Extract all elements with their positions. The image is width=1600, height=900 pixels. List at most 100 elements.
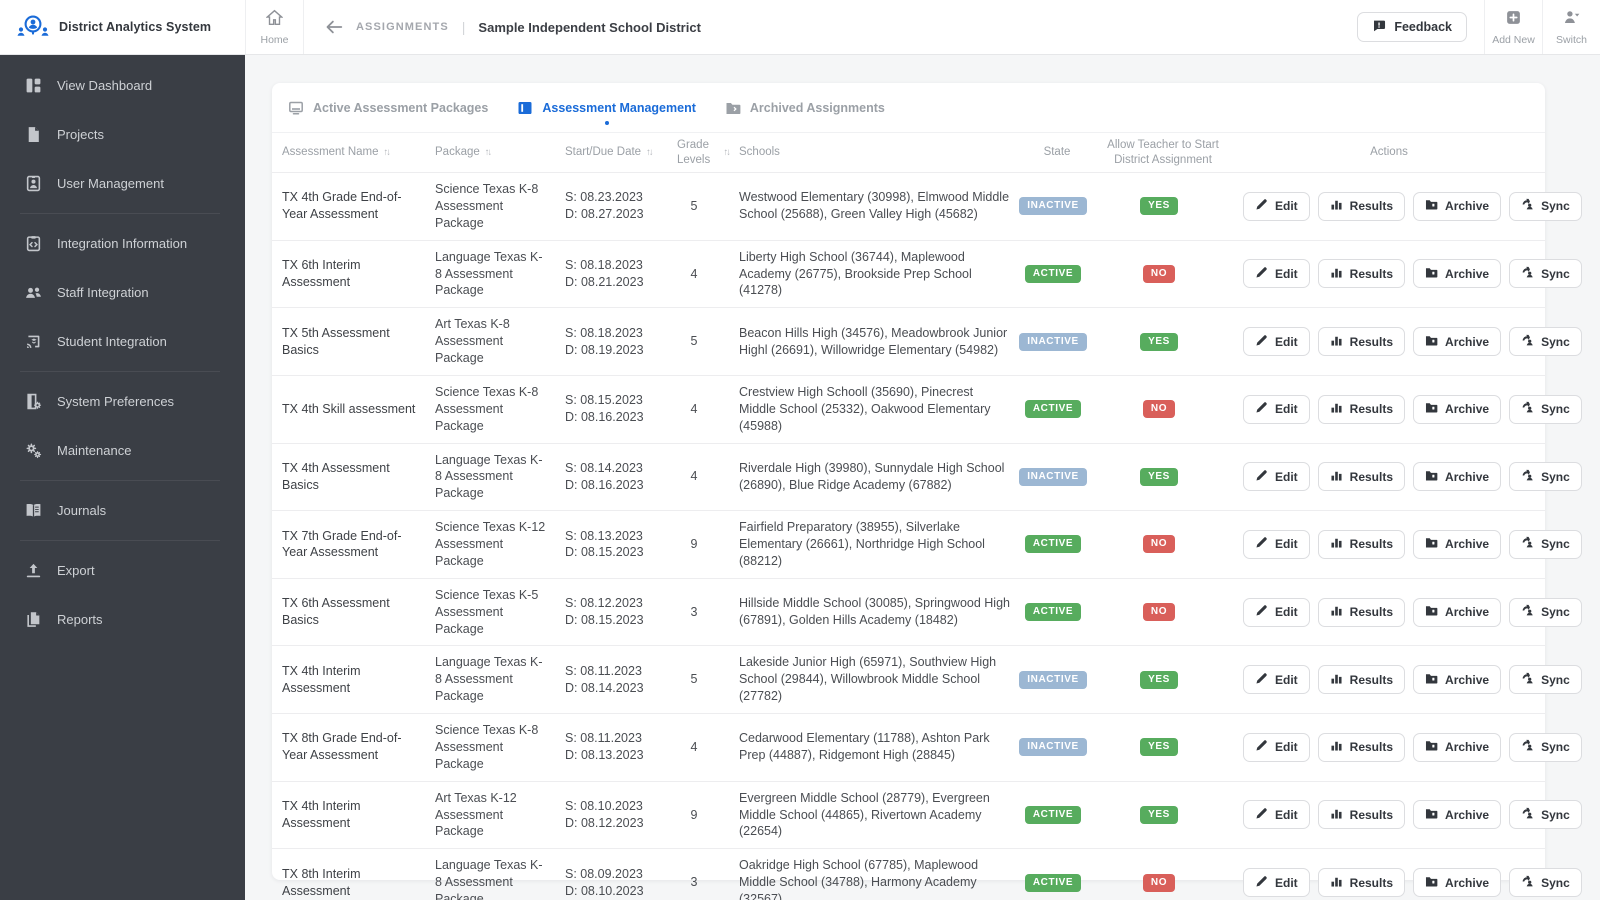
archive-button[interactable]: Archive — [1413, 327, 1502, 357]
archive-button[interactable]: Archive — [1413, 665, 1502, 695]
archive-button[interactable]: Archive — [1413, 732, 1502, 762]
edit-button[interactable]: Edit — [1243, 394, 1310, 424]
edit-button[interactable]: Edit — [1243, 665, 1310, 695]
switch-user-button[interactable]: Switch — [1542, 0, 1600, 54]
column-header-assessment-name[interactable]: Assessment Name ↑↓ — [272, 145, 425, 159]
sync-button[interactable]: Sync — [1509, 800, 1582, 830]
sync-button[interactable]: Sync — [1509, 868, 1582, 898]
edit-button[interactable]: Edit — [1243, 259, 1310, 289]
sync-button[interactable]: Sync — [1509, 529, 1582, 559]
folder-icon — [1425, 739, 1438, 755]
add-new-label: Add New — [1492, 33, 1535, 46]
pencil-icon — [1255, 401, 1268, 417]
edit-button[interactable]: Edit — [1243, 529, 1310, 559]
column-header-start/due-date[interactable]: Start/Due Date ↑↓ — [555, 145, 667, 159]
table-row: TX 8th Interim Assessment Language Texas… — [272, 849, 1582, 900]
home-button[interactable]: Home — [245, 0, 303, 54]
breadcrumb-section[interactable]: ASSIGNMENTS — [356, 21, 449, 33]
column-header-state[interactable]: State — [1021, 145, 1093, 159]
tab-assessment-management[interactable]: Assessment Management — [517, 83, 696, 132]
sidebar-item-integration-information[interactable]: Integration Information — [0, 219, 245, 268]
state-badge: INACTIVE — [1019, 738, 1087, 757]
sidebar-item-staff-integration[interactable]: Staff Integration — [0, 268, 245, 317]
archive-button[interactable]: Archive — [1413, 191, 1502, 221]
sync-button[interactable]: Sync — [1509, 394, 1582, 424]
tab-active-assessment-packages[interactable]: Active Assessment Packages — [288, 83, 488, 132]
results-button[interactable]: Results — [1317, 462, 1406, 492]
tab-archived-assignments[interactable]: Archived Assignments — [725, 83, 885, 132]
add-new-button[interactable]: Add New — [1484, 0, 1542, 54]
folder-icon — [1425, 536, 1438, 552]
archive-button[interactable]: Archive — [1413, 868, 1502, 898]
start-due-date: S: 08.18.2023 D: 08.21.2023 — [555, 249, 667, 299]
results-button[interactable]: Results — [1317, 327, 1406, 357]
edit-button[interactable]: Edit — [1243, 597, 1310, 627]
schools-list: Crestview High Schooll (35690), Pinecres… — [739, 384, 991, 433]
column-header-package[interactable]: Package ↑↓ — [425, 145, 555, 159]
state-badge: ACTIVE — [1024, 603, 1082, 622]
results-button[interactable]: Results — [1317, 259, 1406, 289]
pencil-icon — [1255, 604, 1268, 620]
sync-button[interactable]: Sync — [1509, 191, 1582, 221]
schools-list: Evergreen Middle School (28779), Evergre… — [739, 790, 990, 839]
column-header-schools[interactable]: Schools — [729, 145, 1021, 159]
sidebar-item-projects[interactable]: Projects — [0, 110, 245, 159]
results-button[interactable]: Results — [1317, 665, 1406, 695]
column-header-grade-levels[interactable]: Grade Levels ↑↓ — [667, 138, 731, 167]
sidebar-item-reports[interactable]: Reports — [0, 595, 245, 644]
archive-button[interactable]: Archive — [1413, 529, 1502, 559]
sidebar-item-maintenance[interactable]: Maintenance — [0, 426, 245, 475]
allow-teacher-badge: YES — [1140, 467, 1178, 486]
results-button[interactable]: Results — [1317, 529, 1406, 559]
sidebar-item-view-dashboard[interactable]: View Dashboard — [0, 61, 245, 110]
back-arrow-icon[interactable] — [325, 18, 343, 36]
edit-button[interactable]: Edit — [1243, 868, 1310, 898]
sync-button[interactable]: Sync — [1509, 327, 1582, 357]
sidebar-item-journals[interactable]: Journals — [0, 486, 245, 535]
package-name: Language Texas K-8 Assessment Package — [435, 858, 543, 900]
home-icon — [265, 9, 284, 31]
archive-button[interactable]: Archive — [1413, 597, 1502, 627]
edit-button[interactable]: Edit — [1243, 462, 1310, 492]
sidebar-item-export[interactable]: Export — [0, 546, 245, 595]
edit-button[interactable]: Edit — [1243, 191, 1310, 221]
sidebar-item-student-integration[interactable]: Student Integration — [0, 317, 245, 366]
edit-button[interactable]: Edit — [1243, 800, 1310, 830]
sidebar-item-label: Projects — [57, 127, 104, 142]
package-name: Science Texas K-5 Assessment Package — [435, 587, 539, 636]
package-name: Science Texas K-8 Assessment Package — [435, 182, 539, 230]
sync-user-icon — [1521, 334, 1534, 350]
results-button[interactable]: Results — [1317, 394, 1406, 424]
edit-button[interactable]: Edit — [1243, 732, 1310, 762]
sync-button[interactable]: Sync — [1509, 665, 1582, 695]
results-button[interactable]: Results — [1317, 597, 1406, 627]
sync-button[interactable]: Sync — [1509, 732, 1582, 762]
home-label: Home — [260, 33, 289, 46]
archive-button[interactable]: Archive — [1413, 394, 1502, 424]
pencil-icon — [1255, 807, 1268, 823]
results-button[interactable]: Results — [1317, 868, 1406, 898]
feedback-bubble-icon — [1372, 19, 1386, 36]
feedback-button[interactable]: Feedback — [1357, 12, 1467, 42]
column-header-actions[interactable]: Actions — [1233, 145, 1545, 159]
grade-levels: 5 — [690, 198, 698, 213]
sidebar-item-system-preferences[interactable]: System Preferences — [0, 377, 245, 426]
sidebar-item-user-management[interactable]: User Management — [0, 159, 245, 208]
results-button[interactable]: Results — [1317, 732, 1406, 762]
archive-button[interactable]: Archive — [1413, 800, 1502, 830]
sidebar-item-label: Integration Information — [57, 236, 188, 251]
archive-button[interactable]: Archive — [1413, 462, 1502, 492]
results-button[interactable]: Results — [1317, 191, 1406, 221]
table-row: TX 4th Assessment Basics Language Texas … — [272, 444, 1582, 512]
sync-button[interactable]: Sync — [1509, 597, 1582, 627]
sync-button[interactable]: Sync — [1509, 462, 1582, 492]
grade-levels: 4 — [690, 266, 698, 281]
schools-list: Oakridge High School (67785), Maplewood … — [739, 858, 979, 900]
table-row: TX 4th Grade End-of-Year Assessment Scie… — [272, 173, 1582, 241]
results-button[interactable]: Results — [1317, 800, 1406, 830]
edit-button[interactable]: Edit — [1243, 327, 1310, 357]
archive-button[interactable]: Archive — [1413, 259, 1502, 289]
assessment-name: TX 5th Assessment Basics — [282, 325, 390, 357]
column-header-allow-teacher-to[interactable]: Allow Teacher to Start District Assignme… — [1093, 138, 1233, 167]
sync-button[interactable]: Sync — [1509, 259, 1582, 289]
